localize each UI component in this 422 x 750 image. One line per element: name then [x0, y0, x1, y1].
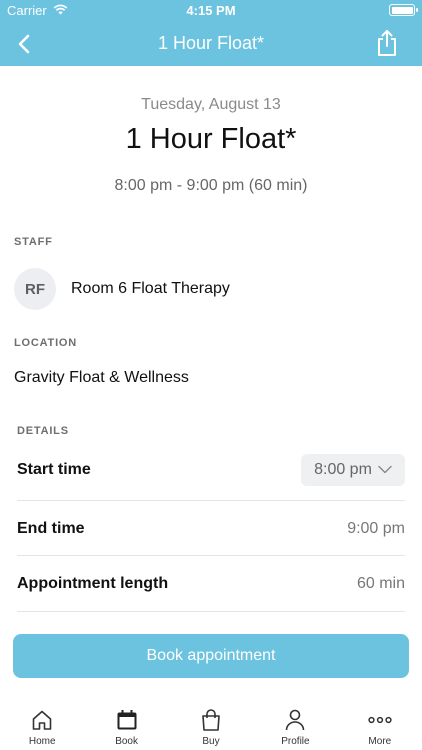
start-time-select[interactable]: 8:00 pm — [301, 453, 405, 486]
tab-label: Profile — [281, 736, 310, 747]
divider — [17, 611, 405, 612]
staff-name: Room 6 Float Therapy — [71, 280, 230, 297]
tab-label: Buy — [202, 736, 220, 747]
end-time-value: 9:00 pm — [347, 519, 405, 537]
share-button[interactable] — [372, 27, 402, 59]
tab-profile[interactable]: Profile — [253, 697, 337, 750]
more-dots-icon — [367, 707, 393, 733]
tab-home[interactable]: Home — [0, 697, 84, 750]
home-icon — [29, 707, 55, 733]
appointment-date: Tuesday, August 13 — [141, 96, 281, 113]
start-time-label: Start time — [17, 460, 91, 478]
end-time-row: End time 9:00 pm — [17, 501, 405, 556]
staff-section-label: STAFF — [14, 236, 53, 248]
appointment-length-value: 60 min — [356, 574, 405, 592]
book-appointment-button[interactable]: Book appointment — [13, 634, 409, 678]
tab-bar: Home Book Buy Profile More — [0, 697, 422, 750]
details-section-label: DETAILS — [17, 425, 69, 437]
tab-label: Book — [115, 736, 138, 747]
calendar-icon — [114, 707, 140, 733]
tab-buy[interactable]: Buy — [169, 697, 253, 750]
chevron-down-icon — [378, 465, 392, 474]
share-icon — [378, 30, 396, 56]
status-bar: Carrier 4:15 PM — [0, 0, 422, 22]
tab-more[interactable]: More — [338, 697, 422, 750]
end-time-label: End time — [17, 519, 85, 537]
navigation-bar: 1 Hour Float* — [0, 22, 422, 66]
appointment-time-range: 8:00 pm - 9:00 pm (60 min) — [114, 177, 308, 194]
status-time: 4:15 PM — [186, 3, 236, 18]
staff-row[interactable]: RF Room 6 Float Therapy — [14, 268, 230, 310]
nav-title: 1 Hour Float* — [157, 33, 265, 53]
location-section-label: LOCATION — [14, 337, 78, 349]
start-time-row: Start time 8:00 pm — [17, 442, 405, 497]
shopping-bag-icon — [198, 707, 224, 733]
tab-book[interactable]: Book — [84, 697, 168, 750]
start-time-value: 8:00 pm — [314, 460, 372, 478]
appointment-length-label: Appointment length — [17, 574, 169, 592]
battery-icon — [389, 4, 418, 16]
tab-label: Home — [28, 736, 56, 747]
location-name: Gravity Float & Wellness — [14, 369, 189, 386]
avatar: RF — [14, 268, 56, 310]
appointment-length-row: Appointment length 60 min — [17, 556, 405, 611]
tab-label: More — [368, 736, 392, 747]
appointment-name: 1 Hour Float* — [125, 123, 297, 155]
person-icon — [282, 707, 308, 733]
